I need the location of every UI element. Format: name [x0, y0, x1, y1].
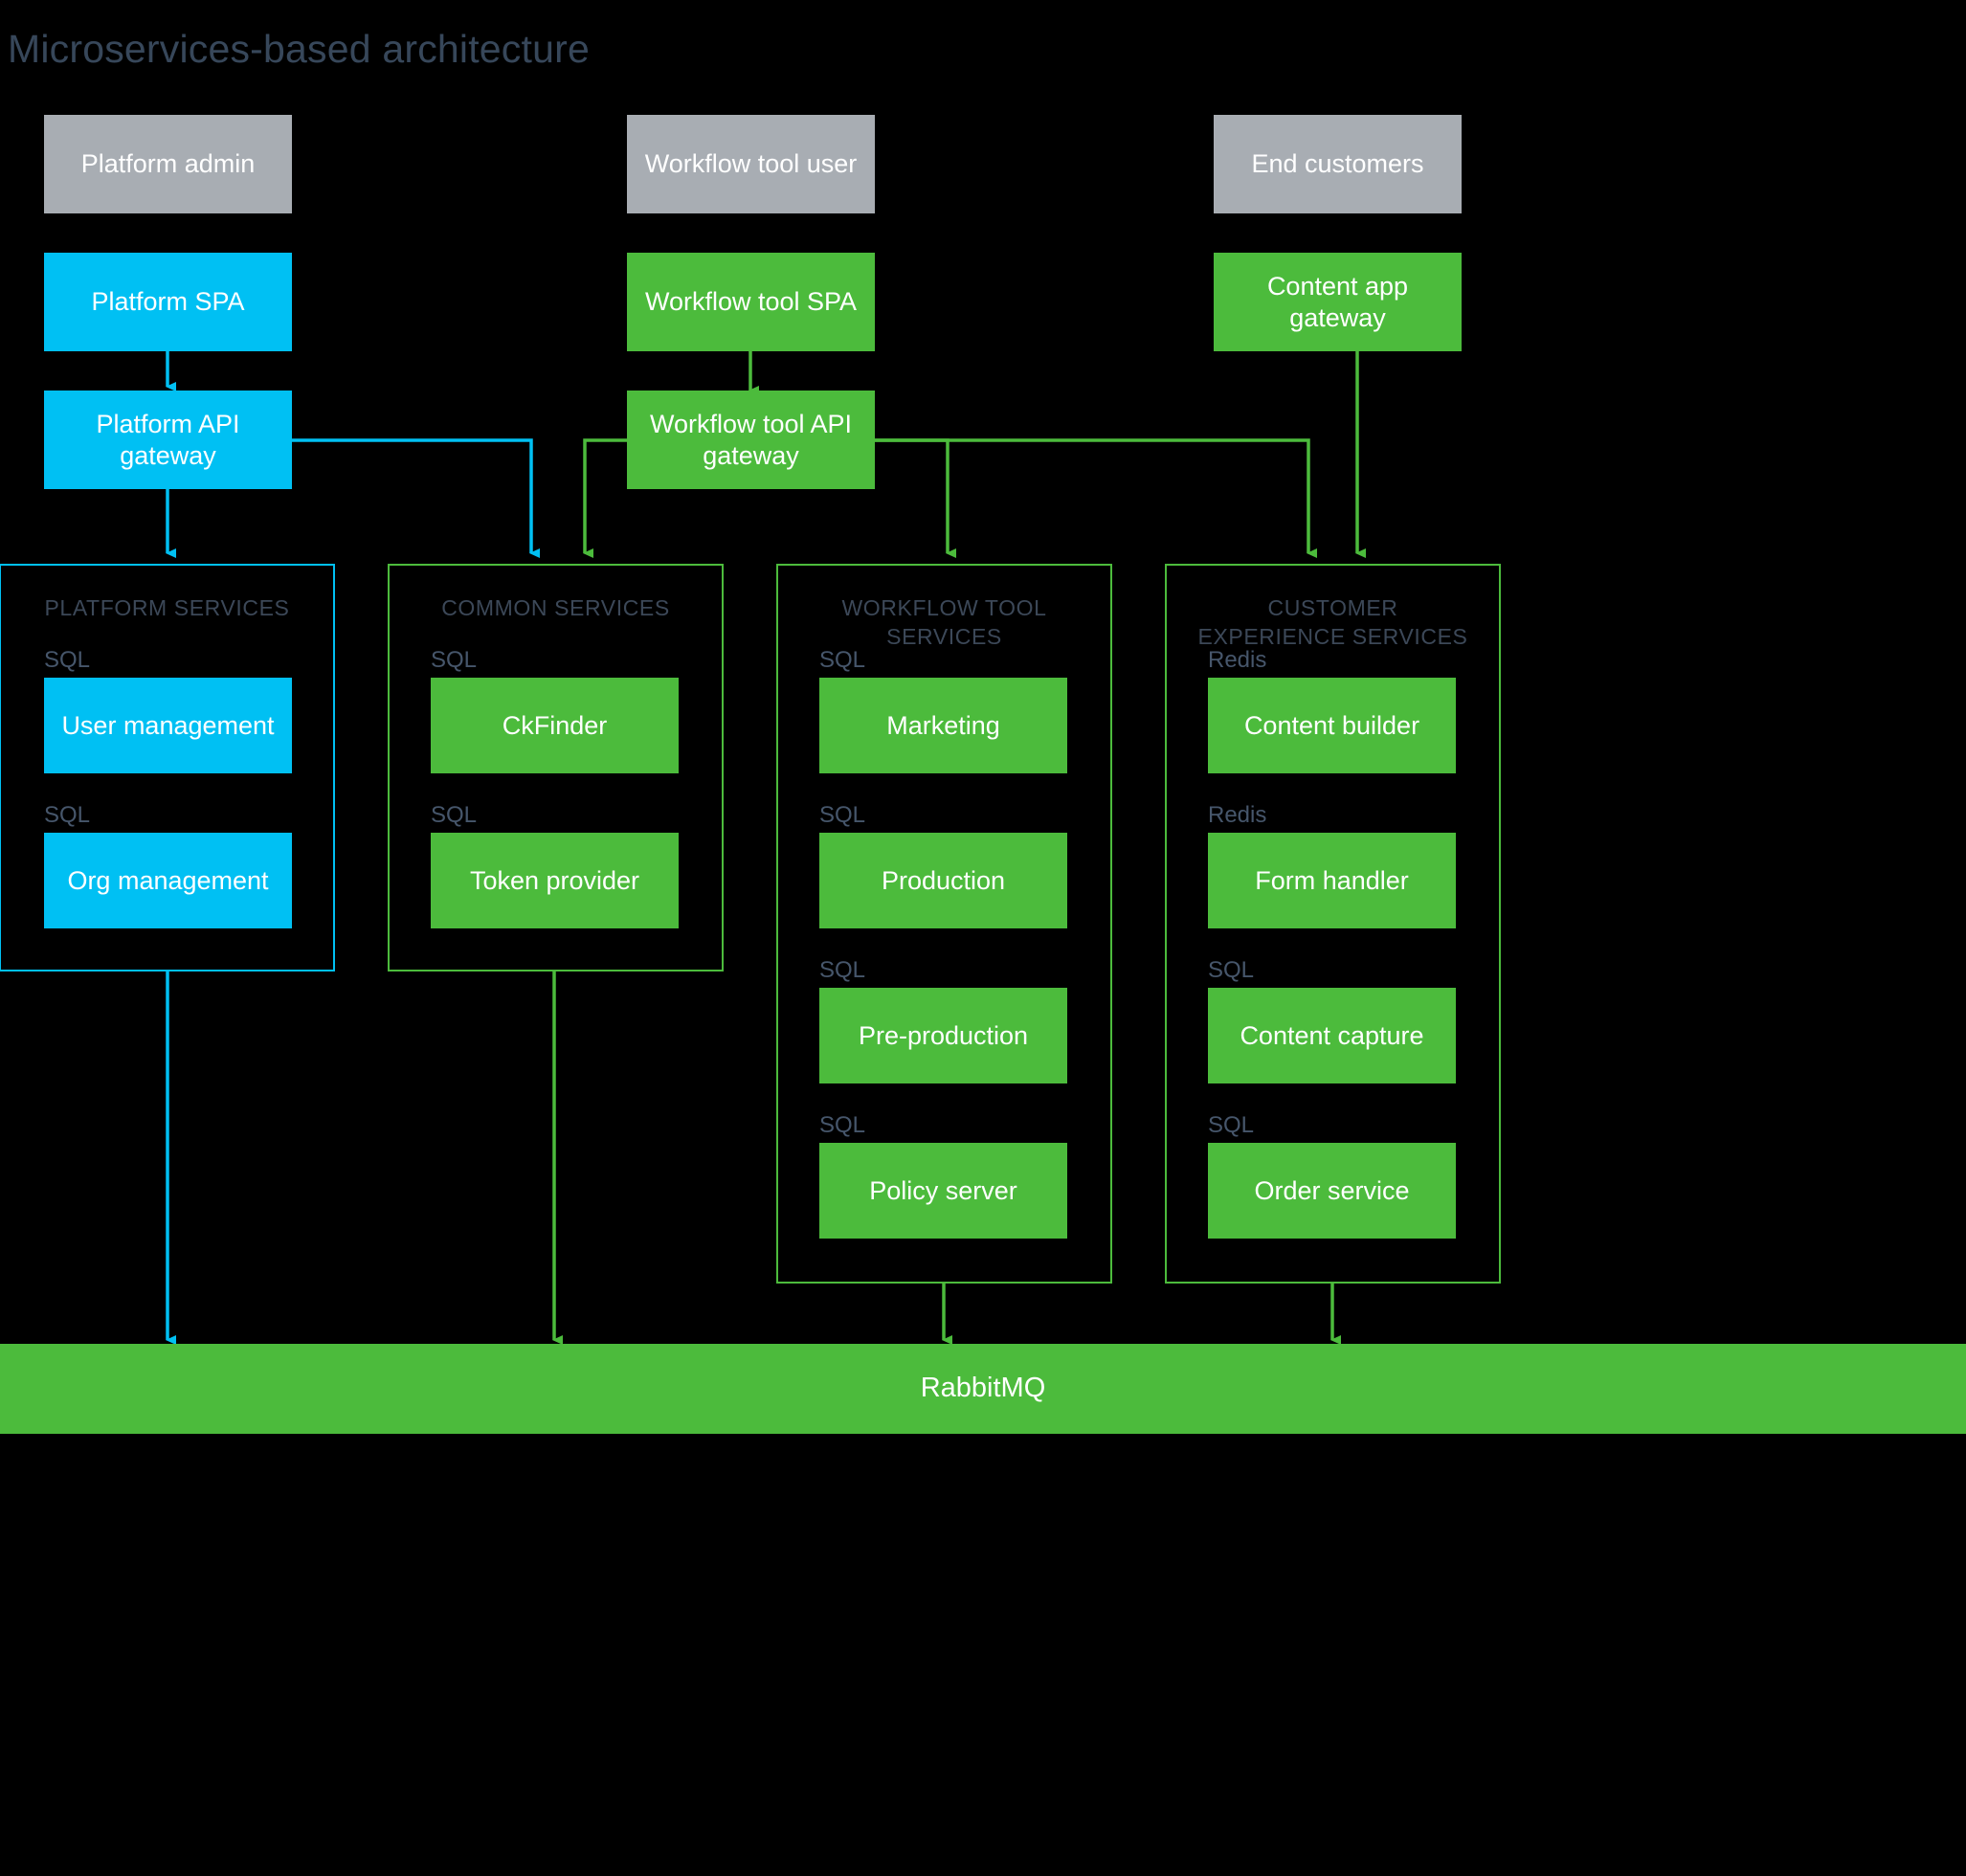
- store-label-order-service: SQL: [1208, 1112, 1255, 1138]
- service-production[interactable]: Production: [819, 833, 1067, 928]
- service-content-capture[interactable]: Content capture: [1208, 988, 1456, 1083]
- page-title: Microservices-based architecture: [8, 27, 590, 71]
- store-label-content-capture: SQL: [1208, 957, 1255, 983]
- actor-platform-admin-label: Platform admin: [80, 149, 256, 179]
- group-platform-services-title: PLATFORM SERVICES: [44, 595, 290, 620]
- store-label-production: SQL: [819, 802, 866, 828]
- service-org-management-label: Org management: [67, 865, 269, 895]
- service-marketing-label: Marketing: [886, 710, 1000, 740]
- service-user-management-label: User management: [61, 710, 275, 740]
- node-platform-spa[interactable]: Platform SPA: [44, 253, 292, 351]
- store-label-content-builder: Redis: [1208, 647, 1267, 673]
- service-form-handler[interactable]: Form handler: [1208, 833, 1456, 928]
- node-rabbitmq-label: RabbitMQ: [920, 1373, 1046, 1404]
- service-production-label: Production: [881, 865, 1006, 895]
- edge-workflow-gateway-to-customer-services: [874, 438, 1317, 558]
- actor-end-customers[interactable]: End customers: [1214, 115, 1462, 213]
- node-workflow-tool-spa-label: Workflow tool SPA: [644, 287, 858, 317]
- group-workflow-tool-services-title: WORKFLOW TOOL SERVICES: [841, 595, 1047, 649]
- service-token-provider-label: Token provider: [469, 865, 640, 895]
- service-order-service[interactable]: Order service: [1208, 1143, 1456, 1239]
- service-policy-server[interactable]: Policy server: [819, 1143, 1067, 1239]
- service-policy-server-label: Policy server: [869, 1175, 1017, 1205]
- service-pre-production-label: Pre-production: [858, 1020, 1029, 1050]
- node-platform-api-gateway[interactable]: Platform API gateway: [44, 391, 292, 489]
- store-label-pre-production: SQL: [819, 957, 866, 983]
- store-label-form-handler: Redis: [1208, 802, 1267, 828]
- group-customer-experience-services-title: CUSTOMER EXPERIENCE SERVICES: [1197, 595, 1468, 649]
- node-workflow-tool-api-gateway[interactable]: Workflow tool API gateway: [627, 391, 875, 489]
- store-label-user-management: SQL: [44, 647, 91, 673]
- service-ckfinder-label: CkFinder: [502, 710, 608, 740]
- node-rabbitmq[interactable]: RabbitMQ: [0, 1344, 1966, 1434]
- service-org-management[interactable]: Org management: [44, 833, 292, 928]
- node-platform-api-gateway-label: Platform API gateway: [96, 409, 240, 470]
- service-content-capture-label: Content capture: [1240, 1020, 1424, 1050]
- store-label-marketing: SQL: [819, 647, 866, 673]
- service-order-service-label: Order service: [1254, 1175, 1410, 1205]
- service-form-handler-label: Form handler: [1255, 865, 1409, 895]
- actor-workflow-tool-user[interactable]: Workflow tool user: [627, 115, 875, 213]
- actor-end-customers-label: End customers: [1251, 149, 1424, 179]
- edge-platform-gateway-to-common-services: [292, 438, 540, 558]
- edge-workflow-gateway-to-workflow-services: [874, 438, 956, 558]
- service-pre-production[interactable]: Pre-production: [819, 988, 1067, 1083]
- service-content-builder-label: Content builder: [1243, 710, 1420, 740]
- service-marketing[interactable]: Marketing: [819, 678, 1067, 773]
- node-content-app-gateway-label: Content app gateway: [1266, 271, 1409, 332]
- service-ckfinder[interactable]: CkFinder: [431, 678, 679, 773]
- store-label-token-provider: SQL: [431, 802, 478, 828]
- architecture-diagram: Microservices-based architecture Platfor…: [0, 0, 1966, 1876]
- service-user-management[interactable]: User management: [44, 678, 292, 773]
- edge-workflow-gateway-to-common-services: [583, 438, 627, 558]
- node-platform-spa-label: Platform SPA: [91, 287, 245, 317]
- node-content-app-gateway[interactable]: Content app gateway: [1214, 253, 1462, 351]
- group-common-services-title: COMMON SERVICES: [441, 595, 670, 620]
- node-workflow-tool-spa[interactable]: Workflow tool SPA: [627, 253, 875, 351]
- store-label-org-management: SQL: [44, 802, 91, 828]
- actor-workflow-tool-user-label: Workflow tool user: [644, 149, 858, 179]
- service-token-provider[interactable]: Token provider: [431, 833, 679, 928]
- actor-platform-admin[interactable]: Platform admin: [44, 115, 292, 213]
- service-content-builder[interactable]: Content builder: [1208, 678, 1456, 773]
- store-label-ckfinder: SQL: [431, 647, 478, 673]
- store-label-policy-server: SQL: [819, 1112, 866, 1138]
- node-workflow-tool-api-gateway-label: Workflow tool API gateway: [649, 409, 853, 470]
